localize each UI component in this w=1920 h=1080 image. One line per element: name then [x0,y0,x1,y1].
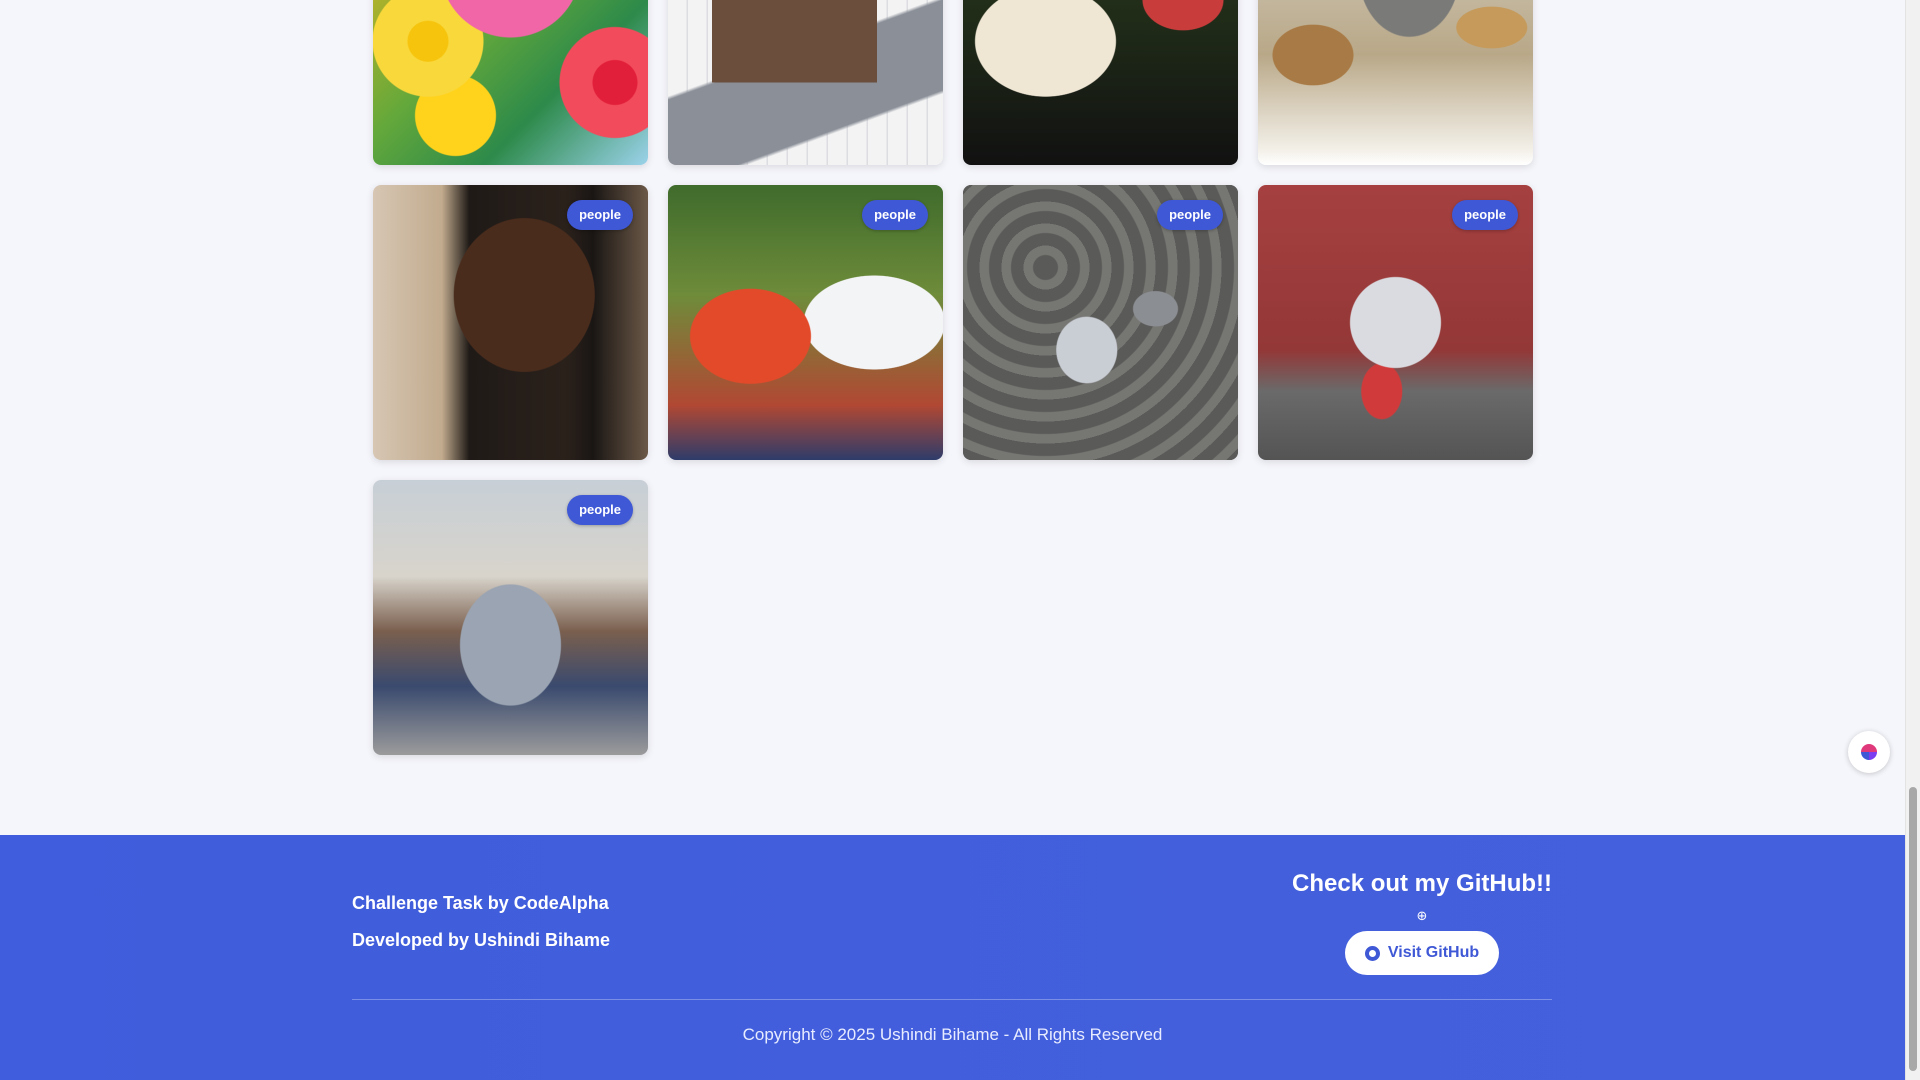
category-tag: people [567,200,633,230]
category-tag: people [1157,200,1223,230]
pin-icon: ⊕ [1416,908,1428,923]
gallery-card-man-workout[interactable]: people [373,480,648,755]
category-tag: people [567,495,633,525]
gallery-card-house-model[interactable] [668,0,943,165]
gallery-card-couple-outdoors[interactable] [963,0,1238,165]
photo-couple-outdoors [963,0,1238,165]
photo-gallery: people people people people people [373,0,1533,775]
site-footer: Challenge Task by CodeAlpha Developed by… [0,835,1905,1080]
github-heading: Check out my GitHub!! [1292,870,1553,897]
github-section: Check out my GitHub!! ⊕ Visit GitHub [1292,870,1552,975]
photo-flowers [373,0,648,165]
gallery-card-flowers[interactable] [373,0,648,165]
page: people people people people people Chall… [0,0,1905,1080]
photo-wild-animals [1258,0,1533,165]
footer-divider [352,999,1552,1000]
github-icon [1364,945,1380,961]
visit-github-button[interactable]: Visit GitHub [1344,931,1500,975]
gallery-card-couple-flowers[interactable]: people [668,185,943,460]
gallery-card-woman-braids[interactable]: people [373,185,648,460]
brain-icon [1861,744,1877,760]
visit-github-label: Visit GitHub [1387,944,1480,961]
gallery-card-boy-red-door[interactable]: people [1258,185,1533,460]
page-scrollbar[interactable] [1905,0,1920,1080]
photo-house-model [668,0,943,165]
category-tag: people [862,200,928,230]
gallery-row [373,0,1533,165]
gallery-card-boy-stone-wall[interactable]: people [963,185,1238,460]
gallery-row: people people people people [373,185,1533,460]
floating-assistant-button[interactable] [1848,731,1890,773]
footer-credits: Challenge Task by CodeAlpha Developed by… [352,893,610,967]
developer-credit: Developed by Ushindi Bihame [352,930,611,950]
gallery-card-wild-animals[interactable] [1258,0,1533,165]
gallery-row: people [373,480,1533,755]
copyright-text: Copyright © 2025 Ushindi Bihame - All Ri… [742,1025,1163,1044]
challenge-credit: Challenge Task by CodeAlpha [352,893,609,913]
category-tag: people [1452,200,1518,230]
scrollbar-thumb[interactable] [1909,787,1917,1071]
